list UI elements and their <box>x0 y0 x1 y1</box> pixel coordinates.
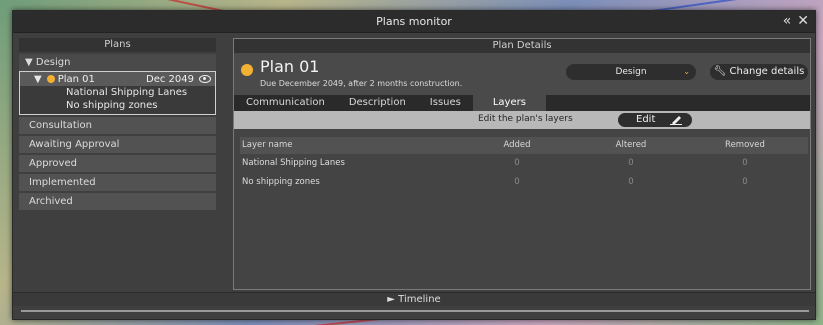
edit-layers-button[interactable]: Edit <box>618 113 692 127</box>
removed-cell: 0 <box>742 158 748 168</box>
plan-date: Dec 2049 <box>146 73 194 85</box>
plans-panel: Plans ▼ Design ▼ Plan 01 Dec 2049 Nation… <box>19 38 216 290</box>
plans-panel-header: Plans <box>19 38 216 52</box>
chevron-down-icon: ⌄ <box>683 67 690 76</box>
wrench-icon: 🔧︎ <box>713 66 727 77</box>
eye-icon[interactable] <box>199 75 211 83</box>
timeline-toggle[interactable]: ► Timeline <box>13 292 815 306</box>
added-cell: 0 <box>514 158 520 168</box>
layers-table: Layer name Added Altered Removed Nationa… <box>234 137 810 192</box>
details-tabs: Communication Description Issues Layers <box>234 95 810 111</box>
altered-cell: 0 <box>628 158 634 168</box>
layer-name-cell: No shipping zones <box>242 177 320 187</box>
tab-communication[interactable]: Communication <box>234 95 337 111</box>
altered-cell: 0 <box>628 177 634 187</box>
category-approved[interactable]: Approved <box>19 155 216 172</box>
column-header: Layer name <box>242 140 293 150</box>
layers-toolbar: Edit the plan's layers Edit <box>234 111 810 129</box>
status-dot-icon <box>46 75 55 83</box>
plan-status-dropdown[interactable]: Design ⌄ <box>566 64 696 80</box>
window-titlebar[interactable]: Plans monitor « ✕ <box>13 11 815 33</box>
table-row[interactable]: National Shipping Lanes 0 0 0 <box>240 154 810 173</box>
category-label: Design <box>35 57 71 68</box>
table-header: Layer name Added Altered Removed <box>240 137 808 154</box>
plan-title: Plan 01 <box>260 57 320 76</box>
removed-cell: 0 <box>742 177 748 187</box>
change-details-label: Change details <box>729 66 805 77</box>
status-dot-icon <box>241 64 253 76</box>
expand-arrow-icon[interactable]: ▼ <box>34 74 42 85</box>
plan-details-panel: Plan Details Plan 01 Due December 2049, … <box>233 38 811 290</box>
expand-arrow-icon: ▼ <box>25 57 33 68</box>
category-archived[interactable]: Archived <box>19 193 216 210</box>
plan-row-plan-01[interactable]: ▼ Plan 01 Dec 2049 <box>20 71 215 86</box>
plan-summary: Plan 01 Due December 2049, after 2 month… <box>234 53 810 95</box>
column-header: Removed <box>725 140 765 150</box>
edit-label: Edit <box>636 114 656 125</box>
layers-toolbar-label: Edit the plan's layers <box>478 114 573 124</box>
category-awaiting-approval[interactable]: Awaiting Approval <box>19 136 216 153</box>
plans-monitor-window: Plans monitor « ✕ Plans ▼ Design ▼ Plan … <box>12 10 816 320</box>
column-header: Altered <box>615 140 647 150</box>
plan-layer-item[interactable]: No shipping zones <box>20 99 215 112</box>
category-consultation[interactable]: Consultation <box>19 117 216 134</box>
plan-details-header: Plan Details <box>234 39 810 53</box>
close-icon[interactable]: ✕ <box>797 13 809 29</box>
tab-issues[interactable]: Issues <box>418 95 473 111</box>
timeline-track <box>21 310 809 312</box>
table-row[interactable]: No shipping zones 0 0 0 <box>240 173 810 192</box>
tab-layers[interactable]: Layers <box>472 95 546 111</box>
status-value: Design <box>615 67 647 77</box>
plan-layer-item[interactable]: National Shipping Lanes <box>20 86 215 99</box>
pencil-icon <box>670 116 682 125</box>
window-title: Plans monitor <box>376 15 452 28</box>
layer-name-cell: National Shipping Lanes <box>242 158 345 168</box>
category-implemented[interactable]: Implemented <box>19 174 216 191</box>
plan-name: Plan 01 <box>57 73 95 85</box>
change-details-button[interactable]: 🔧︎ Change details <box>710 64 808 80</box>
category-design[interactable]: ▼ Design <box>19 54 216 71</box>
column-header: Added <box>503 140 531 150</box>
collapse-icon[interactable]: « <box>783 13 792 29</box>
design-plan-tree: ▼ Plan 01 Dec 2049 National Shipping Lan… <box>19 71 216 115</box>
tab-description[interactable]: Description <box>337 95 418 111</box>
added-cell: 0 <box>514 177 520 187</box>
plan-due-text: Due December 2049, after 2 months constr… <box>260 79 463 88</box>
